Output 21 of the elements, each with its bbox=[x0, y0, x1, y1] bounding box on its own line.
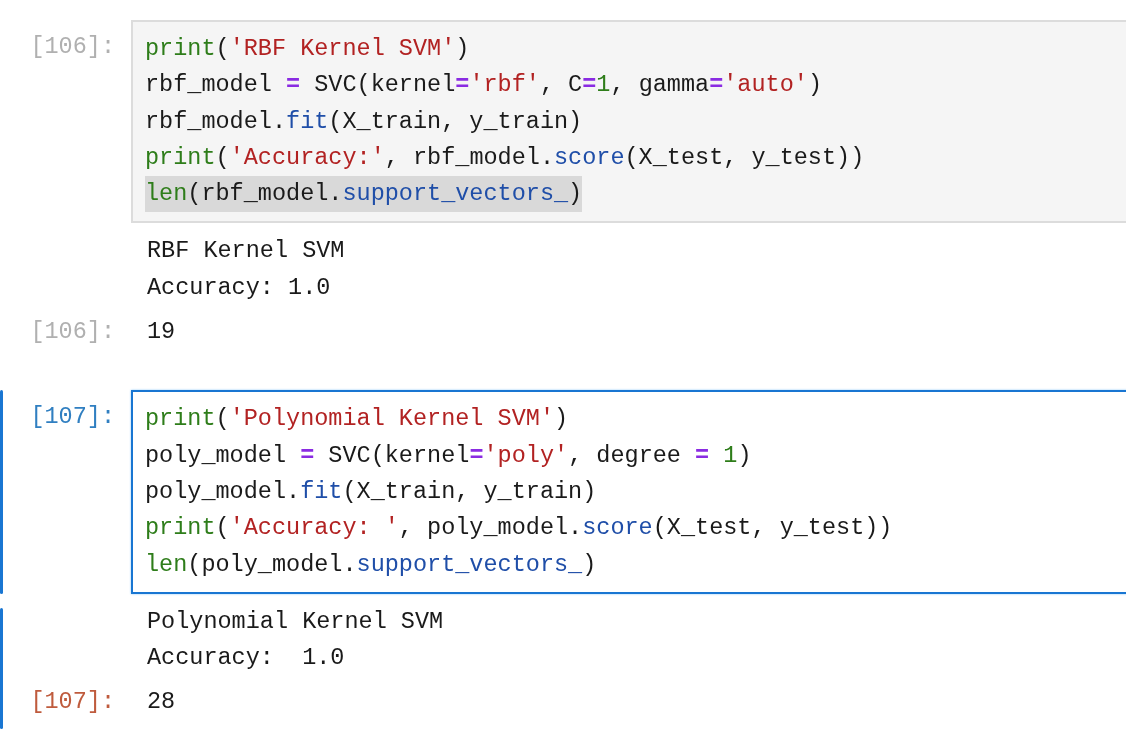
output-text: RBF Kernel SVM bbox=[147, 236, 345, 267]
code-line: len(poly_model.support_vectors_) bbox=[145, 549, 597, 580]
result-text: 19 bbox=[146, 317, 176, 348]
code-line: poly_model = SVC(kernel='poly', degree = 1) bbox=[145, 440, 752, 471]
code-line: print('RBF Kernel SVM') bbox=[145, 34, 470, 64]
output-text: Accuracy: 1.0 bbox=[147, 643, 345, 674]
code-line: poly_model.fit(X_train, y_train) bbox=[145, 476, 597, 507]
input-prompt: [106]: bbox=[30, 32, 115, 62]
code-line: print('Polynomial Kernel SVM') bbox=[145, 404, 569, 435]
result-text: 28 bbox=[146, 687, 176, 718]
output-text: Polynomial Kernel SVM bbox=[147, 606, 444, 637]
code-line: rbf_model.fit(X_train, y_train) bbox=[145, 106, 583, 137]
output-prompt: [107]: bbox=[30, 687, 115, 718]
input-prompt: [107]: bbox=[30, 402, 115, 433]
code-line: rbf_model = SVC(kernel='rbf', C=1, gamma='auto') bbox=[145, 70, 822, 101]
output-text: Accuracy: 1.0 bbox=[147, 272, 331, 303]
code-line: print('Accuracy: ', poly_model.score(X_test, y_test)) bbox=[145, 513, 893, 544]
output-prompt: [106]: bbox=[30, 317, 115, 348]
code-editor[interactable]: print('RBF Kernel SVM') rbf_model = SVC(kernel='rbf', C=1, gamma='auto') rbf_model.fit(X_train, y_train) print('Accuracy:', rbf_model.score(X_test, y_test)) len(rbf_model.support_vectors_) bbox=[131, 20, 1126, 224]
code-editor[interactable]: print('Polynomial Kernel SVM') poly_model = SVC(kernel='poly', degree = 1) poly_model.fit(X_train, y_train) print('Accuracy: ', poly_model.score(X_test, y_test)) len(poly_model.support_vectors_) bbox=[131, 390, 1126, 594]
code-line: print('Accuracy:', rbf_model.score(X_test, y_test)) bbox=[145, 142, 865, 173]
